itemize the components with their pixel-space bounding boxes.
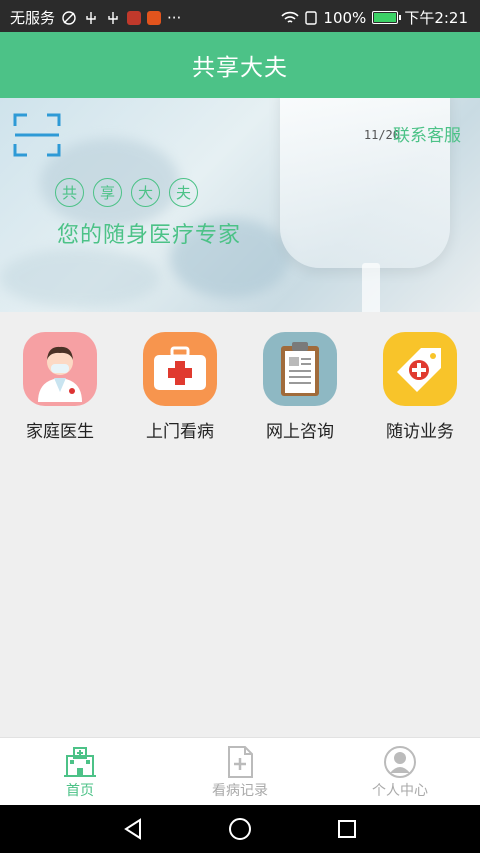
sim-icon [305, 10, 318, 25]
tab-label: 首页 [66, 783, 94, 799]
battery-percent: 100% [323, 8, 367, 27]
tab-profile[interactable]: 个人中心 [320, 738, 480, 805]
status-right: 100% 下午2:21 [281, 7, 468, 28]
service-label: 随访业务 [386, 422, 454, 442]
first-aid-kit-icon [143, 332, 217, 406]
status-bar: 无服务 ··· 100% 下午2:21 [0, 0, 480, 32]
recents-button[interactable] [334, 816, 360, 842]
video-notification-icon [147, 10, 162, 25]
tab-label: 个人中心 [372, 783, 428, 799]
user-icon [384, 746, 416, 778]
status-left: 无服务 ··· [10, 7, 181, 28]
wifi-icon [281, 11, 300, 23]
slogan-char: 享 [93, 178, 122, 207]
service-family-doctor[interactable]: 家庭医生 [0, 312, 120, 452]
usb-icon [86, 11, 96, 24]
document-plus-icon [228, 746, 253, 778]
hospital-icon [64, 747, 96, 777]
clock: 下午2:21 [404, 9, 468, 27]
medical-tag-icon [383, 332, 457, 406]
page-title: 共享大夫 [192, 55, 288, 81]
contact-service-link[interactable]: 联系客服 [393, 121, 461, 146]
bottom-tab-bar: 首页 看病记录 个人中心 [0, 737, 480, 805]
iv-tube-image [362, 263, 380, 312]
home-circle-icon [228, 818, 251, 840]
tab-medical-records[interactable]: 看病记录 [160, 738, 320, 805]
back-button[interactable] [120, 816, 146, 842]
scan-icon[interactable] [13, 112, 61, 158]
tab-label: 看病记录 [212, 783, 268, 799]
no-sim-icon [62, 10, 76, 25]
slogan-brand: 共 享 大 夫 [55, 178, 198, 207]
service-follow-up[interactable]: 随访业务 [360, 312, 480, 452]
slogan-char: 共 [55, 178, 84, 207]
app-notification-icon [127, 10, 142, 25]
recents-square-icon [337, 820, 356, 838]
service-grid: 家庭医生 上门看病 网上咨询 随访业务 [0, 312, 480, 452]
app-header: 共享大夫 [0, 32, 480, 98]
service-label: 家庭医生 [26, 422, 94, 442]
banner-bg-blob [0, 248, 160, 308]
back-triangle-icon [124, 818, 142, 840]
clipboard-icon [263, 332, 337, 406]
doctor-icon [23, 332, 97, 406]
service-home-visit[interactable]: 上门看病 [120, 312, 240, 452]
tab-home[interactable]: 首页 [0, 738, 160, 805]
system-nav-bar [0, 805, 480, 853]
service-label: 上门看病 [146, 422, 214, 442]
battery-icon [372, 11, 402, 24]
home-button[interactable] [227, 816, 253, 842]
service-label: 网上咨询 [266, 422, 334, 442]
banner-slogan: 您的随身医疗专家 [57, 223, 242, 248]
service-online-consult[interactable]: 网上咨询 [240, 312, 360, 452]
slogan-char: 大 [131, 178, 160, 207]
carrier-text: 无服务 [10, 9, 56, 27]
slogan-char: 夫 [169, 178, 198, 207]
more-notifications: ··· [167, 8, 182, 27]
usb-icon-2 [108, 11, 118, 24]
